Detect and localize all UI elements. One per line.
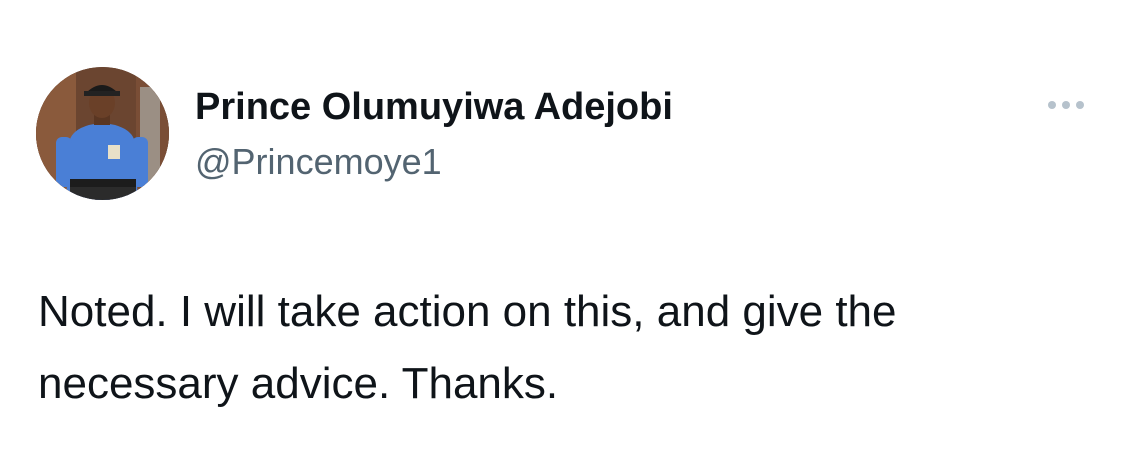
more-horizontal-icon: [1048, 101, 1056, 109]
more-options-button[interactable]: [1036, 90, 1096, 120]
avatar[interactable]: [36, 67, 169, 200]
profile-photo-icon: [36, 67, 169, 200]
tweet-card: Prince Olumuyiwa Adejobi @Princemoye1 No…: [0, 0, 1125, 476]
tweet-text: Noted. I will take action on this, and g…: [38, 287, 897, 408]
more-horizontal-icon-dot: [1076, 101, 1084, 109]
display-name[interactable]: Prince Olumuyiwa Adejobi: [195, 84, 673, 130]
more-horizontal-icon-dot: [1062, 101, 1070, 109]
user-handle[interactable]: @Princemoye1: [195, 140, 442, 184]
